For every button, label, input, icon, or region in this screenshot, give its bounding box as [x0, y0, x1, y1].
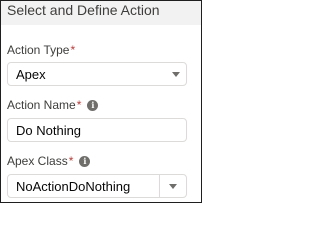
- required-marker: *: [76, 98, 82, 112]
- apex-class-label: Apex Class * i: [7, 154, 91, 168]
- panel-header: Select and Define Action: [1, 1, 201, 25]
- info-icon[interactable]: i: [87, 99, 99, 111]
- apex-class-label-text: Apex Class: [7, 154, 68, 168]
- panel-title: Select and Define Action: [7, 2, 160, 18]
- action-name-value: Do Nothing: [16, 123, 82, 138]
- chevron-down-icon: [172, 72, 180, 77]
- apex-class-combobox[interactable]: NoActionDoNothing: [7, 174, 187, 198]
- action-name-label-text: Action Name: [7, 98, 76, 112]
- action-name-input[interactable]: Do Nothing: [7, 118, 187, 142]
- chevron-down-icon[interactable]: [169, 184, 177, 189]
- action-name-label: Action Name * i: [7, 98, 99, 112]
- info-icon[interactable]: i: [79, 155, 91, 167]
- action-type-label-text: Action Type: [7, 43, 70, 57]
- action-type-value: Apex: [16, 67, 46, 82]
- combobox-divider: [159, 175, 160, 197]
- action-type-select[interactable]: Apex: [7, 62, 187, 86]
- action-panel: Select and Define Action Action Type * Ap…: [0, 0, 202, 203]
- required-marker: *: [68, 154, 74, 168]
- apex-class-value: NoActionDoNothing: [16, 179, 131, 194]
- required-marker: *: [70, 43, 76, 57]
- action-type-label: Action Type *: [7, 43, 75, 57]
